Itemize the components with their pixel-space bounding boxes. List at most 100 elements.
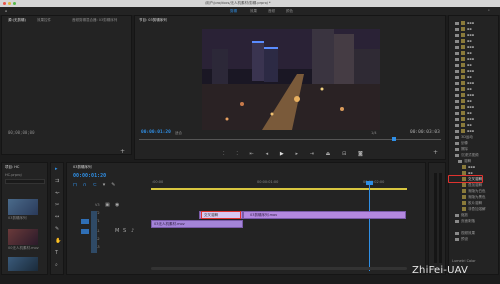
workspace-tab-audio[interactable]: 音频 xyxy=(268,9,275,14)
track-headers: V3 V2 V1 A1 A2 A3 ▣ ◉ M S ♪ xyxy=(81,201,147,257)
transition-cross-dissolve[interactable]: 交叉溶解 xyxy=(201,211,241,219)
pen-icon[interactable]: ✎ xyxy=(55,227,59,232)
camera-icon[interactable]: ◙ xyxy=(358,151,363,157)
title-bar: /用户/pro/docs/无人机素材/剪辑.prproj * xyxy=(0,0,500,7)
project-panel: 项目: HC HC.prproj 03剪辑序列 00无人机素材.mov xyxy=(1,162,48,275)
insert-sequence-icon[interactable]: ⊓ xyxy=(73,183,77,188)
meter-left xyxy=(434,173,437,263)
tab-audio-mixer[interactable]: 音频剪辑混合器: 03剪辑序列 xyxy=(72,18,117,23)
mark-in-icon[interactable]: ⁚ xyxy=(223,151,225,157)
workspace-tab-color[interactable]: 颜色 xyxy=(286,9,293,14)
playhead[interactable] xyxy=(369,181,370,271)
video-frame xyxy=(202,29,380,130)
type-icon[interactable]: T xyxy=(55,251,58,256)
transport-controls: ⁚ ⁚ ⇤ ◂ ▶ ▸ ⇥ ⏏ ⊟ ◙ xyxy=(223,151,363,157)
program-page[interactable]: 1/4 xyxy=(371,131,377,135)
workspace-tab-edit[interactable]: 剪辑 xyxy=(230,9,237,14)
program-add-button[interactable]: + xyxy=(433,149,438,156)
source-patch-a1[interactable] xyxy=(81,229,89,234)
v1-clip-b[interactable]: 03剪辑序列.mov xyxy=(243,211,406,219)
lumetri-color-label[interactable]: Lumetri Color xyxy=(452,258,476,264)
effects-item-label: 视频效果 xyxy=(461,230,475,235)
workspace-bar: ⌂ 剪辑 效果 音频 颜色 ⌕ xyxy=(0,7,500,15)
source-timecode[interactable]: 00;00;00;00 xyxy=(8,130,35,135)
thumb-sequence-label: 03剪辑序列 xyxy=(8,216,27,220)
fit-dropdown[interactable]: 适合 xyxy=(175,131,182,136)
marker-icon[interactable]: ▾ xyxy=(103,183,106,188)
effects-item-label: 缩放 xyxy=(461,212,468,217)
timeline-scrollbar[interactable] xyxy=(151,267,407,270)
search-icon[interactable]: ⌕ xyxy=(488,8,490,12)
ripple-edit-icon[interactable]: ⟛ xyxy=(55,191,60,196)
source-add-button[interactable]: + xyxy=(120,148,125,155)
source-monitor: 源:(无剪辑) 效果控件 音频剪辑混合器: 03剪辑序列 00;00;00;00… xyxy=(1,15,132,155)
tab-source[interactable]: 源:(无剪辑) xyxy=(8,18,26,23)
mute-icon[interactable]: M xyxy=(115,229,119,234)
ruler-tick-0: :00:00 xyxy=(152,180,164,184)
source-patch-v1[interactable] xyxy=(81,219,89,224)
play-icon[interactable]: ▶ xyxy=(280,151,284,157)
linked-selection-icon[interactable]: ⊂ xyxy=(93,183,97,188)
mic-icon[interactable]: ♪ xyxy=(131,229,134,234)
effects-item-label: 沉浸式视频 xyxy=(461,152,479,157)
effects-folder-presets[interactable]: 预设 xyxy=(455,236,468,242)
hand-icon[interactable]: ✋ xyxy=(55,239,61,244)
timeline-timecode[interactable]: 00:00:01:20 xyxy=(73,173,106,179)
eye-icon[interactable]: ◉ xyxy=(115,203,119,208)
timeline-tool-row: ⊓ ∩ ⊂ ▾ ✎ xyxy=(73,183,116,188)
thumb-clip-label: 00无人机素材.mov xyxy=(8,246,39,250)
tab-project[interactable]: 项目: HC xyxy=(5,165,19,170)
effects-item-label: 叠加溶解 xyxy=(468,182,482,187)
tab-effect-controls[interactable]: 效果控件 xyxy=(37,18,51,23)
track-v3[interactable]: V3 xyxy=(95,203,100,207)
effects-item-label: 渐隐为黑色 xyxy=(468,194,486,199)
program-timecode[interactable]: 00:00:01:20 xyxy=(141,130,171,135)
zoom-icon[interactable]: ⌕ xyxy=(55,263,58,268)
window-close-dot[interactable] xyxy=(3,2,6,5)
extract-icon[interactable]: ⊟ xyxy=(342,151,346,157)
transition-label: 交叉溶解 xyxy=(204,212,218,217)
track-select-icon[interactable]: ⇉ xyxy=(55,179,59,184)
window-max-dot[interactable] xyxy=(13,2,16,5)
project-search-input[interactable] xyxy=(5,179,45,184)
go-to-out-icon[interactable]: ⇥ xyxy=(310,151,314,157)
lift-icon[interactable]: ⏏ xyxy=(326,151,331,157)
timeline-panel: 03剪辑序列 00:00:01:20 ⊓ ∩ ⊂ ▾ ✎ :00:00 00:0… xyxy=(66,162,426,275)
program-playhead[interactable] xyxy=(392,137,396,141)
thumb-clip-2[interactable] xyxy=(8,257,38,271)
v1-clip-c[interactable]: 03无人机素材.mov xyxy=(151,220,243,228)
snap-icon[interactable]: ∩ xyxy=(83,183,87,188)
effects-item-label: 溶解 xyxy=(464,158,471,163)
playhead-handle[interactable] xyxy=(366,181,373,185)
razor-icon[interactable]: ✂ xyxy=(55,203,59,208)
lock-icon[interactable]: ▣ xyxy=(105,203,110,208)
program-monitor: 节目: 03剪辑序列 00:00:01:20 适合 1/4 00:00:03:0… xyxy=(134,15,446,160)
effects-item-label: 3D运动 xyxy=(461,134,473,139)
thumb-sequence[interactable] xyxy=(8,199,38,215)
effects-item-label: 预设 xyxy=(461,236,468,241)
effects-item-label: 非叠加溶解 xyxy=(468,206,486,211)
mark-out-icon[interactable]: ⁚ xyxy=(236,151,238,157)
effects-item-label: 擦除 xyxy=(461,146,468,151)
step-back-icon[interactable]: ◂ xyxy=(266,151,269,157)
tools-panel: ▸ ⇉ ⟛ ✂ ↔ ✎ ✋ T ⌕ xyxy=(50,162,64,275)
step-forward-icon[interactable]: ▸ xyxy=(295,151,298,157)
effects-item-label: Lumetri Color xyxy=(452,259,476,263)
tab-program[interactable]: 节目: 03剪辑序列 xyxy=(139,18,167,23)
slip-icon[interactable]: ↔ xyxy=(55,215,59,220)
wrench-icon[interactable]: ✎ xyxy=(111,183,115,188)
selection-tool-icon[interactable]: ▸ xyxy=(55,167,58,172)
solo-icon[interactable]: S xyxy=(123,229,126,234)
workspace-tab-effects[interactable]: 效果 xyxy=(250,9,257,14)
home-icon[interactable]: ⌂ xyxy=(5,9,7,13)
track-target-column[interactable] xyxy=(91,211,97,253)
go-to-in-icon[interactable]: ⇤ xyxy=(250,151,254,157)
watermark: ZhiFei-UAV xyxy=(412,265,469,276)
tab-timeline[interactable]: 03剪辑序列 xyxy=(73,165,91,170)
a1-clip-label: 03无人机素材.mov xyxy=(154,222,185,226)
window-min-dot[interactable] xyxy=(8,2,11,5)
meter-right xyxy=(439,173,442,263)
thumb-clip[interactable] xyxy=(8,229,38,245)
effects-item-label: 划像 xyxy=(461,140,468,145)
effects-folder-page-peel[interactable]: 页面剥落 xyxy=(455,218,475,224)
